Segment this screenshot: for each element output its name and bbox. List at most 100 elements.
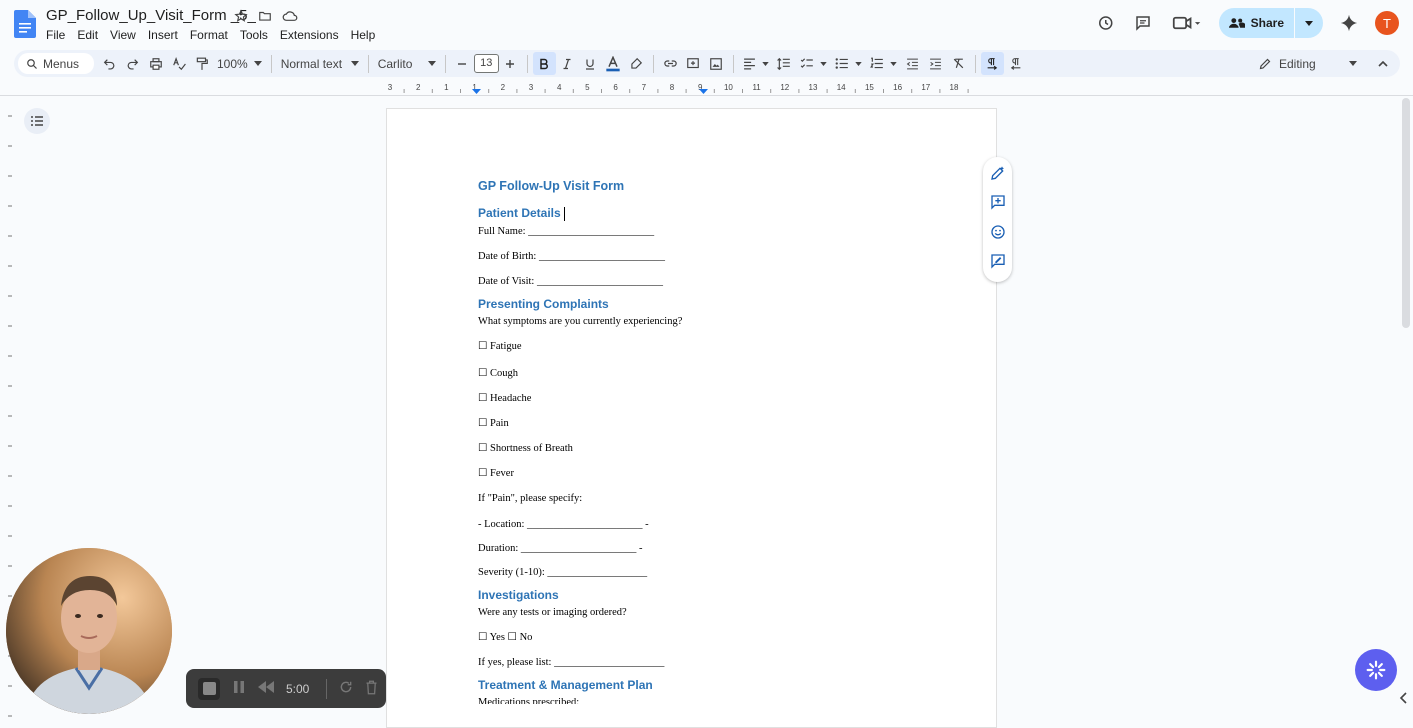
undo-icon[interactable] (98, 52, 121, 75)
chevron-left-icon[interactable] (1399, 692, 1409, 704)
gemini-sparkle-icon[interactable] (1337, 11, 1361, 35)
insert-image-icon[interactable] (705, 52, 728, 75)
chevron-down-icon (427, 61, 436, 66)
date-of-visit-line: Date of Visit: ________________________ (478, 275, 663, 287)
insert-link-icon[interactable] (659, 52, 682, 75)
document-title[interactable]: GP_Follow_Up_Visit_Form _5_ (46, 7, 256, 24)
add-emoji-reaction-icon[interactable] (990, 224, 1006, 245)
menu-edit[interactable]: Edit (71, 26, 104, 44)
decrease-indent-icon[interactable] (901, 52, 924, 75)
rtl-paragraph-icon[interactable] (1004, 52, 1027, 75)
document-page[interactable]: GP Follow-Up Visit Form Patient Details … (386, 108, 997, 728)
text-color-icon[interactable] (602, 52, 625, 75)
rewind-icon[interactable] (258, 681, 274, 696)
toolbar-divider (367, 54, 369, 73)
pause-icon[interactable] (232, 680, 246, 697)
delete-trash-icon[interactable] (365, 680, 378, 698)
numbered-list-dropdown[interactable] (866, 57, 901, 70)
share-label: Share (1250, 16, 1284, 30)
recorder-divider (326, 678, 327, 699)
version-history-icon[interactable] (1093, 11, 1117, 35)
horizontal-ruler[interactable]: 3 2 1 1 2 3 4 5 6 7 8 9 10 11 12 13 14 15 16 17 18 (386, 80, 998, 94)
document-body[interactable]: GP Follow-Up Visit Form Patient Details … (478, 179, 898, 704)
redo-icon[interactable] (121, 52, 144, 75)
floating-side-tools (983, 157, 1012, 282)
hide-menus-chevron-up-icon[interactable] (1371, 52, 1394, 75)
menu-help[interactable]: Help (345, 26, 382, 44)
ruler-tick-label: 3 (388, 83, 393, 92)
toolbar-divider (732, 54, 734, 73)
align-dropdown[interactable] (739, 57, 773, 70)
menu-insert[interactable]: Insert (142, 26, 184, 44)
investigations-heading: Investigations (478, 587, 559, 602)
sparkle-burst-icon (1366, 660, 1386, 680)
menu-view[interactable]: View (104, 26, 142, 44)
underline-icon[interactable] (579, 52, 602, 75)
menu-bar: File Edit View Insert Format Tools Exten… (40, 26, 381, 44)
font-size-input[interactable]: 13 (473, 54, 499, 73)
menu-format[interactable]: Format (184, 26, 234, 44)
share-button[interactable]: Share (1218, 8, 1323, 38)
zoom-dropdown[interactable]: 100% (213, 57, 266, 71)
stop-recording-icon[interactable] (198, 677, 220, 700)
presenting-complaints-heading: Presenting Complaints (478, 296, 609, 311)
line-spacing-icon[interactable] (773, 52, 796, 75)
help-me-write-icon[interactable] (990, 165, 1006, 186)
vertical-scrollbar[interactable] (1402, 98, 1410, 328)
webcam-bubble[interactable] (6, 548, 172, 714)
italic-icon[interactable] (556, 52, 579, 75)
pencil-icon (1259, 58, 1271, 69)
search-menus-button[interactable]: Menus (18, 53, 94, 74)
restart-icon[interactable] (339, 680, 353, 697)
ruler-tick-label: 13 (809, 83, 818, 92)
ruler-tick-label: 1 (444, 83, 449, 92)
increase-font-size-icon[interactable] (499, 52, 522, 75)
toolbar-divider (974, 54, 976, 73)
symptom-item: ☐ Cough (478, 367, 519, 379)
spellcheck-icon[interactable] (167, 52, 190, 75)
symptom-item: ☐ Fatigue (478, 340, 522, 352)
top-bar: GP_Follow_Up_Visit_Form _5_ File Edit Vi… (0, 0, 1413, 48)
highlight-color-icon[interactable] (625, 52, 648, 75)
docs-logo-icon[interactable] (14, 10, 36, 38)
date-of-birth-line: Date of Birth: ________________________ (478, 250, 665, 262)
meet-video-icon[interactable] (1169, 11, 1205, 35)
account-avatar[interactable]: T (1375, 11, 1399, 35)
ruler-tick-label: 14 (837, 83, 846, 92)
bold-icon[interactable] (532, 52, 556, 75)
editing-mode-dropdown[interactable]: Editing (1245, 57, 1371, 71)
increase-indent-icon[interactable] (924, 52, 947, 75)
recording-timer: 5:00 (286, 681, 310, 696)
paint-format-icon[interactable] (190, 52, 213, 75)
star-icon[interactable] (234, 9, 250, 25)
assistant-fab-button[interactable] (1355, 649, 1397, 691)
clear-formatting-icon[interactable] (947, 52, 970, 75)
chevron-down-icon (855, 61, 862, 66)
ruler-tick-label: 12 (780, 83, 789, 92)
chevron-down-icon (350, 61, 359, 66)
zoom-value: 100% (217, 56, 248, 71)
chevron-down-icon[interactable] (1305, 20, 1313, 26)
suggest-edits-icon[interactable] (990, 253, 1006, 274)
print-icon[interactable] (144, 52, 167, 75)
ruler-tick-label: 18 (950, 83, 959, 92)
comments-icon[interactable] (1131, 11, 1155, 35)
move-folder-icon[interactable] (258, 9, 274, 25)
add-comment-icon[interactable] (990, 194, 1006, 215)
font-dropdown[interactable]: Carlito (374, 57, 440, 71)
menu-file[interactable]: File (40, 26, 71, 44)
ltr-paragraph-icon[interactable] (980, 52, 1004, 75)
add-comment-icon[interactable] (682, 52, 705, 75)
menu-extensions[interactable]: Extensions (274, 26, 345, 44)
paragraph-style-dropdown[interactable]: Normal text (277, 57, 363, 71)
search-icon (27, 58, 37, 69)
checklist-dropdown[interactable] (796, 57, 831, 70)
cloud-status-icon[interactable] (282, 9, 298, 25)
decrease-font-size-icon[interactable] (451, 52, 474, 75)
bulleted-list-dropdown[interactable] (831, 57, 866, 70)
symptom-item: ☐ Shortness of Breath (478, 442, 573, 454)
menu-tools[interactable]: Tools (234, 26, 274, 44)
document-outline-button[interactable] (24, 108, 50, 134)
ruler-tick-label: 6 (613, 83, 618, 92)
recording-controls: 5:00 (186, 669, 386, 708)
